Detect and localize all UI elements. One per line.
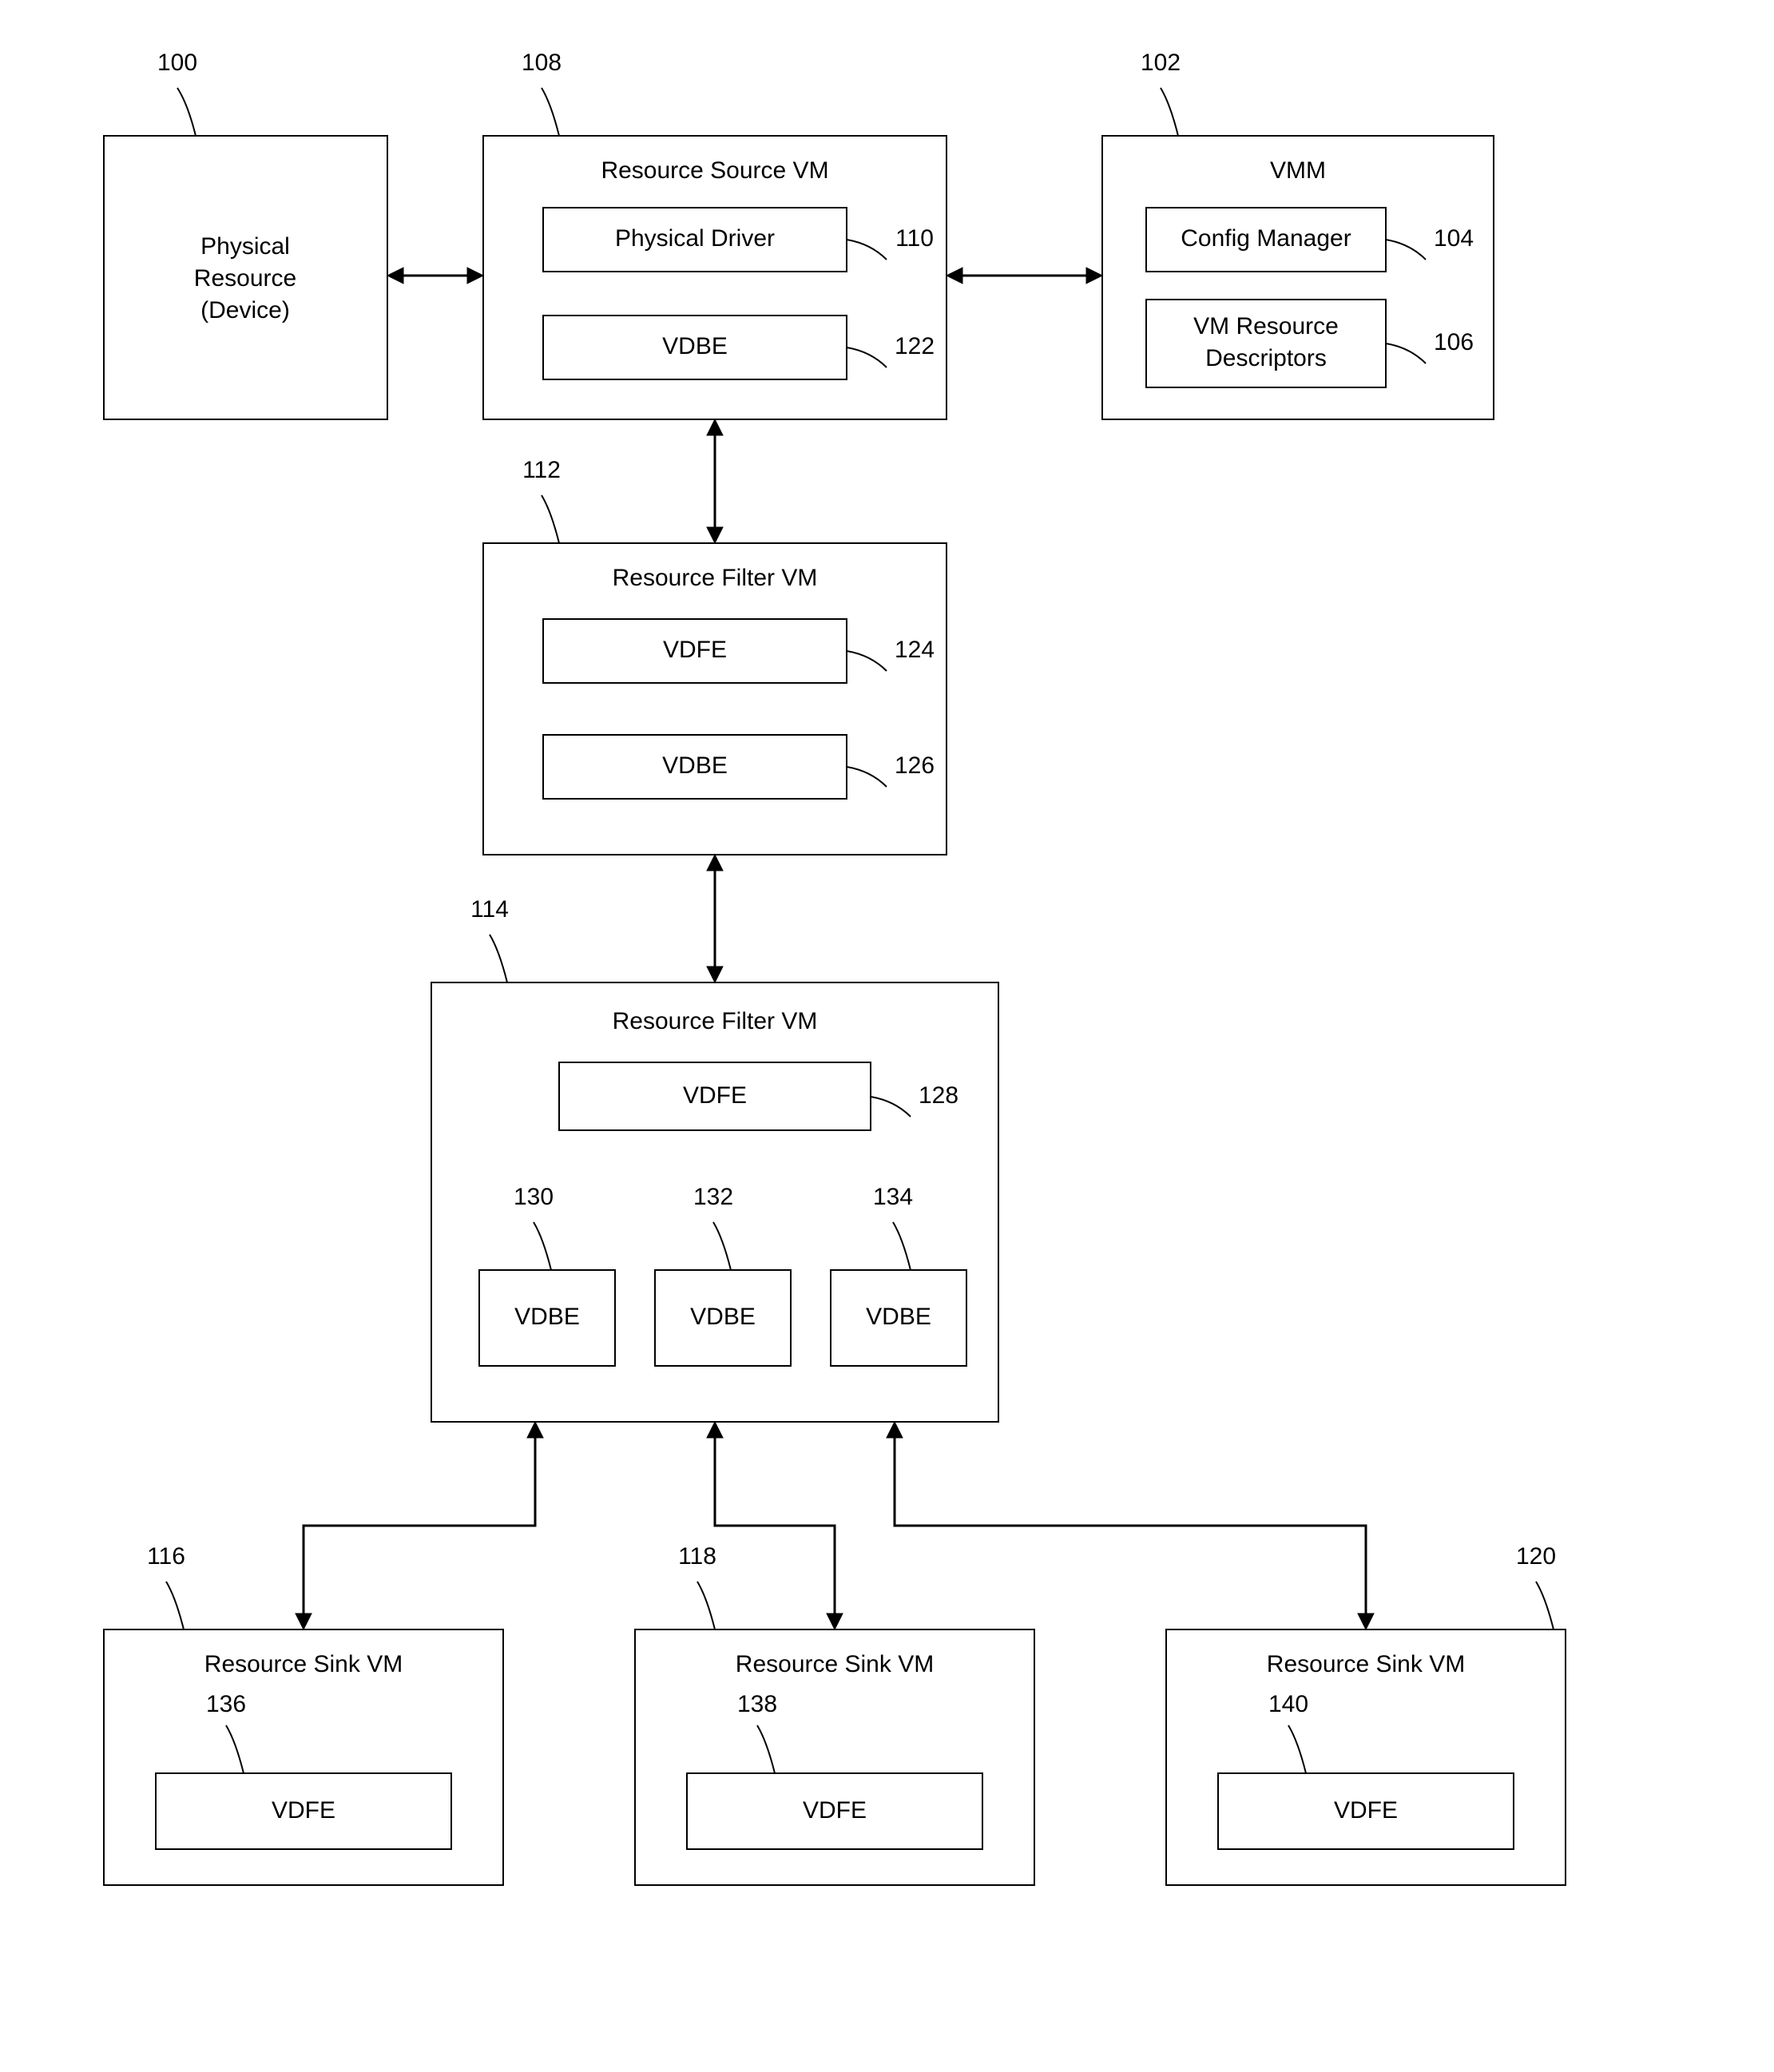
physical-resource-line3: (Device) [200,297,290,324]
physical-resource-line1: Physical [200,233,290,260]
diagram-canvas: Physical Resource (Device) 100 Resource … [0,0,1774,2072]
sink2-vdfe-label: VDFE [803,1797,867,1824]
ref-102: 102 [1141,50,1181,76]
filter1-vdbe-label: VDBE [662,752,728,779]
filter2-vdfe-label: VDFE [683,1082,747,1109]
ref-124: 124 [895,637,935,663]
ref-106: 106 [1434,329,1474,355]
resource-source-vm-block: Resource Source VM Physical Driver 110 V… [483,50,947,419]
source-vdbe-label: VDBE [662,333,728,359]
physical-resource-block: Physical Resource (Device) 100 [104,50,387,419]
ref-138: 138 [737,1691,777,1717]
ref-134: 134 [873,1184,913,1210]
physical-resource-line2: Resource [194,265,296,292]
sink1-title: Resource Sink VM [204,1651,403,1677]
arrow-filter2-to-sink3 [887,1422,1374,1629]
filter2-vdbe3-label: VDBE [866,1304,931,1330]
arrow-filter2-to-sink1 [296,1422,543,1629]
physical-driver-label: Physical Driver [615,225,775,252]
filter2-vdbe1-label: VDBE [514,1304,580,1330]
filter1-vdfe-label: VDFE [663,637,727,663]
sink3-title: Resource Sink VM [1267,1651,1465,1677]
ref-118: 118 [678,1543,716,1570]
ref-136: 136 [206,1691,246,1717]
arrow-source-to-filter1 [707,419,723,543]
ref-122: 122 [895,333,935,359]
filter2-title: Resource Filter VM [613,1008,818,1034]
sink3-vdfe-label: VDFE [1334,1797,1398,1824]
config-manager-label: Config Manager [1181,225,1351,252]
ref-130: 130 [514,1184,554,1210]
arrow-filter2-to-sink2 [707,1422,843,1629]
ref-120: 120 [1516,1543,1556,1570]
ref-126: 126 [895,752,935,779]
ref-114: 114 [470,896,509,923]
ref-104: 104 [1434,225,1474,252]
arrow-filter1-to-filter2 [707,855,723,982]
arrow-source-to-vmm [947,268,1102,284]
sink2-title: Resource Sink VM [736,1651,934,1677]
source-vm-title: Resource Source VM [601,157,828,184]
ref-116: 116 [147,1543,185,1570]
ref-140: 140 [1268,1691,1308,1717]
vm-res-desc-line1: VM Resource [1193,313,1339,339]
ref-110: 110 [895,225,934,252]
sink1-vdfe-label: VDFE [272,1797,335,1824]
filter2-vdbe2-label: VDBE [690,1304,756,1330]
ref-112: 112 [522,457,561,483]
vmm-block: VMM Config Manager 104 VM Resource Descr… [1102,50,1494,419]
arrow-phys-to-source [387,268,483,284]
ref-132: 132 [693,1184,733,1210]
ref-128: 128 [919,1082,958,1109]
vmm-title: VMM [1270,157,1326,184]
vm-res-desc-line2: Descriptors [1205,345,1327,371]
ref-108: 108 [522,50,562,76]
ref-100: 100 [157,50,197,76]
filter1-title: Resource Filter VM [613,565,818,591]
